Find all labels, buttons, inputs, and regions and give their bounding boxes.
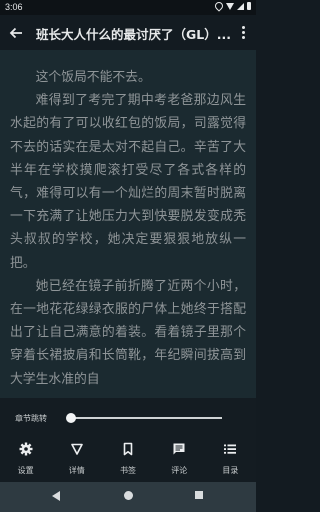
gear-icon — [19, 442, 33, 456]
menu-bookmark[interactable]: 书签 — [102, 440, 153, 475]
nav-back-icon[interactable] — [52, 491, 60, 501]
battery-icon — [247, 2, 251, 10]
more-options-icon[interactable] — [242, 26, 246, 41]
wifi-icon — [226, 2, 234, 10]
chapter-text: 这个饭局不能不去。 难得到了考完了期中考老爸那边风生水起的有了可以收红包的饭局，… — [0, 50, 256, 391]
list-icon — [224, 444, 237, 454]
menu-comments[interactable]: 评论 — [154, 440, 205, 475]
menu-contents[interactable]: 目录 — [205, 440, 256, 475]
status-icons — [213, 0, 251, 12]
book-title: 班长大人什么的最讨厌了（GL）... — [36, 27, 231, 42]
system-nav-bar — [0, 482, 256, 512]
nav-home-icon[interactable] — [124, 491, 133, 500]
paragraph: 难得到了考完了期中考老爸那边风生水起的有了可以收红包的饭局，司露觉得不去的话实在… — [10, 93, 246, 271]
signal-icon — [237, 2, 244, 10]
bookmark-icon — [123, 442, 133, 456]
paragraph: 这个饭局不能不去。 — [35, 70, 151, 85]
menu-label: 评论 — [171, 466, 188, 475]
menu-settings[interactable]: 设置 — [0, 440, 51, 475]
triangle-down-icon — [70, 443, 83, 455]
location-icon — [213, 0, 225, 12]
comment-icon — [173, 443, 185, 455]
menu-label: 书签 — [120, 466, 136, 475]
back-arrow-icon[interactable] — [8, 25, 24, 41]
menu-label: 设置 — [17, 466, 34, 475]
app-bar: 班长大人什么的最讨厌了（GL）... — [0, 15, 256, 50]
reader-content[interactable]: 这个饭局不能不去。 难得到了考完了期中考老爸那边风生水起的有了可以收红包的饭局，… — [0, 50, 256, 398]
paragraph: 她已经在镜子前折腾了近两个小时，在一地花花绿绿衣服的尸体上她终于搭配出了让自己满… — [10, 278, 246, 387]
menu-label: 详情 — [68, 466, 85, 475]
chapter-jump-label: 章节跳转 — [15, 414, 47, 423]
chapter-slider-thumb[interactable] — [66, 413, 76, 423]
reader-control-panel: 章节跳转 设置 详情 书签 评论 目录 — [0, 398, 256, 482]
status-time: 3:06 — [5, 2, 23, 12]
status-bar: 3:06 — [0, 0, 256, 15]
menu-details[interactable]: 详情 — [51, 440, 102, 475]
menu-label: 目录 — [222, 466, 239, 475]
nav-recents-icon[interactable] — [195, 491, 203, 499]
chapter-slider-track[interactable] — [70, 417, 222, 419]
reader-menu: 设置 详情 书签 评论 目录 — [0, 440, 256, 475]
